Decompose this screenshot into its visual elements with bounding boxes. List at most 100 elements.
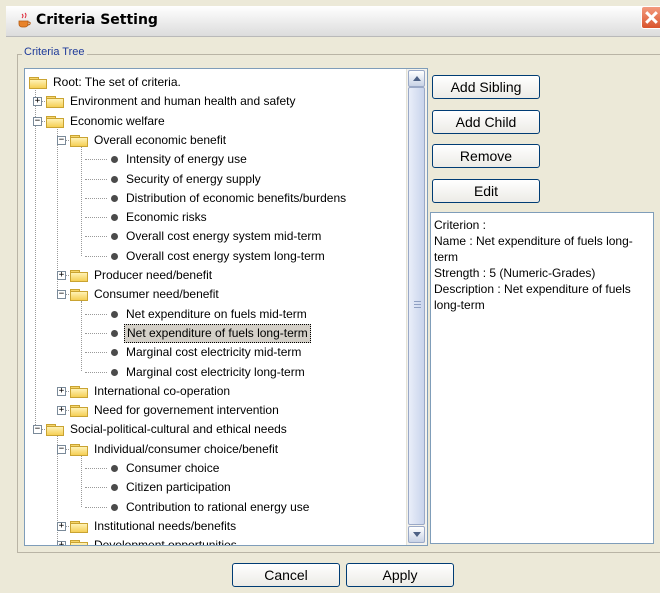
tree-connector <box>85 255 107 257</box>
grip-line <box>414 304 421 305</box>
tree-leaf-item[interactable]: Economic risks <box>25 208 406 227</box>
criteria-setting-window: Criteria Setting Criteria Tree Root: The… <box>0 0 660 593</box>
remove-button[interactable]: Remove <box>432 144 540 168</box>
folder-icon <box>70 270 88 282</box>
scroll-thumb[interactable] <box>408 87 425 525</box>
title-bar: Criteria Setting <box>6 6 660 37</box>
criteria-tree[interactable]: Root: The set of criteria. + Environment a… <box>25 69 406 545</box>
bullet-icon <box>111 310 118 318</box>
tree-folder-item[interactable]: + Environment and human health and safety <box>25 92 406 111</box>
tree-folder-item[interactable]: − Social-political-cultural and ethical n… <box>25 420 406 439</box>
folder-icon <box>46 96 64 109</box>
folder-body <box>70 387 88 398</box>
criterion-name: Name : Net expenditure of fuels long-ter… <box>434 234 633 264</box>
tree-item-label: Intensity of energy use <box>126 152 247 167</box>
expand-icon[interactable]: + <box>57 541 66 545</box>
tree-item-label: Development opportunities <box>92 537 239 545</box>
tree-item-label: Root: The set of criteria. <box>53 75 181 89</box>
add-child-button[interactable]: Add Child <box>432 110 540 134</box>
arrow-down-icon <box>413 532 421 537</box>
collapse-icon[interactable]: − <box>33 425 42 435</box>
tree-leaf-item[interactable]: Intensity of energy use <box>25 150 406 169</box>
close-button[interactable] <box>641 6 660 29</box>
edit-button[interactable]: Edit <box>432 179 540 203</box>
tree-item-label: Economic welfare <box>70 113 165 128</box>
expand-icon[interactable]: + <box>57 406 66 416</box>
cancel-button[interactable]: Cancel <box>232 563 340 587</box>
tree-item-label: Environment and human health and safety <box>70 94 296 109</box>
tree-leaf-item[interactable]: Citizen participation <box>25 478 406 497</box>
expand-icon[interactable]: + <box>33 97 42 107</box>
add-sibling-button[interactable]: Add Sibling <box>432 75 540 99</box>
folder-body <box>46 98 64 109</box>
criteria-tree-label: Criteria Tree <box>22 46 87 58</box>
tree-folder-item[interactable]: − Overall economic benefit <box>25 131 406 150</box>
tree-item-label: Overall cost energy system mid-term <box>126 229 322 244</box>
bullet-icon <box>111 194 118 202</box>
tree-leaf-item[interactable]: Overall cost energy system mid-term <box>25 227 406 246</box>
criterion-details: Criterion : Name : Net expenditure of fu… <box>430 212 654 544</box>
tree-item-label: Consumer choice <box>126 461 220 475</box>
tree-item-label: International co-operation <box>94 383 231 398</box>
tree-leaf-item[interactable]: Security of energy supply <box>25 170 406 189</box>
tree-leaf-item[interactable]: Overall cost energy system long-term <box>25 247 406 266</box>
folder-icon <box>70 289 88 302</box>
apply-button[interactable]: Apply <box>346 563 454 587</box>
folder-icon <box>46 115 64 128</box>
expand-icon[interactable]: + <box>57 521 66 531</box>
tree-item-label: Marginal cost electricity long-term <box>126 364 305 379</box>
tree-item-label: Net expenditure of fuels long-term <box>124 323 311 343</box>
tree-folder-item[interactable]: − Consumer need/benefit <box>25 285 406 304</box>
tree-leaf-item[interactable]: Net expenditure of fuels long-term <box>25 323 406 343</box>
bullet-icon <box>111 484 118 492</box>
tree-item-label: Overall cost energy system long-term <box>126 248 325 263</box>
collapse-icon[interactable]: − <box>57 290 66 300</box>
bullet-icon <box>111 252 118 260</box>
bullet-icon <box>111 349 118 357</box>
tree-leaf-item[interactable]: Consumer choice <box>25 459 406 478</box>
tree-folder-item[interactable]: − Individual/consumer choice/benefit <box>25 440 406 459</box>
grip-line <box>414 301 421 302</box>
scroll-up-button[interactable] <box>408 70 425 87</box>
tree-folder-item[interactable]: + Producer need/benefit <box>25 266 406 285</box>
tree-item-label: Individual/consumer choice/benefit <box>94 441 279 456</box>
tree-folder-item[interactable]: − Economic welfare <box>25 112 406 131</box>
tree-folder-item[interactable]: + Need for governement intervention <box>25 401 406 420</box>
folder-icon <box>70 385 88 398</box>
bullet-icon <box>111 503 118 511</box>
window-title: Criteria Setting <box>36 12 158 28</box>
expand-icon[interactable]: + <box>57 271 66 280</box>
tree-leaf-item[interactable]: Marginal cost electricity long-term <box>25 363 406 382</box>
tree-connector <box>85 352 107 354</box>
tree-leaf-item[interactable]: Net expenditure on fuels mid-term <box>25 305 406 324</box>
scroll-down-button[interactable] <box>408 526 425 543</box>
folder-icon <box>70 520 88 533</box>
folder-body <box>70 407 88 418</box>
tree-folder-item[interactable]: Root: The set of criteria. <box>25 73 406 92</box>
collapse-icon[interactable]: − <box>57 135 66 145</box>
tree-item-label: Citizen participation <box>126 480 231 495</box>
tree-item-label: Security of energy supply <box>126 171 261 186</box>
tree-connector <box>85 371 107 373</box>
tree-leaf-item[interactable]: Marginal cost electricity mid-term <box>25 343 406 362</box>
tree-item-label: Producer need/benefit <box>94 268 213 282</box>
grip-line <box>414 307 421 308</box>
tree-leaf-item[interactable]: Distribution of economic benefits/burden… <box>25 189 406 208</box>
tree-leaf-item[interactable]: Contribution to rational energy use <box>25 498 406 517</box>
tree-folder-item[interactable]: + Institutional needs/benefits <box>25 517 406 536</box>
tree-folder-item[interactable]: + Development opportunities <box>25 536 406 545</box>
tree-item-label: Economic risks <box>126 210 207 225</box>
tree-connector <box>85 197 107 199</box>
folder-icon <box>46 424 64 437</box>
folder-body <box>70 272 88 282</box>
collapse-icon[interactable]: − <box>57 444 66 454</box>
bullet-icon <box>111 465 118 472</box>
tree-item-label: Overall economic benefit <box>94 132 227 147</box>
collapse-icon[interactable]: − <box>33 116 42 126</box>
folder-icon <box>70 405 88 418</box>
tree-item-label: Net expenditure on fuels mid-term <box>126 306 307 321</box>
expand-icon[interactable]: + <box>57 386 66 396</box>
vertical-scrollbar[interactable] <box>406 69 427 545</box>
bullet-icon <box>111 156 118 164</box>
tree-folder-item[interactable]: + International co-operation <box>25 382 406 401</box>
